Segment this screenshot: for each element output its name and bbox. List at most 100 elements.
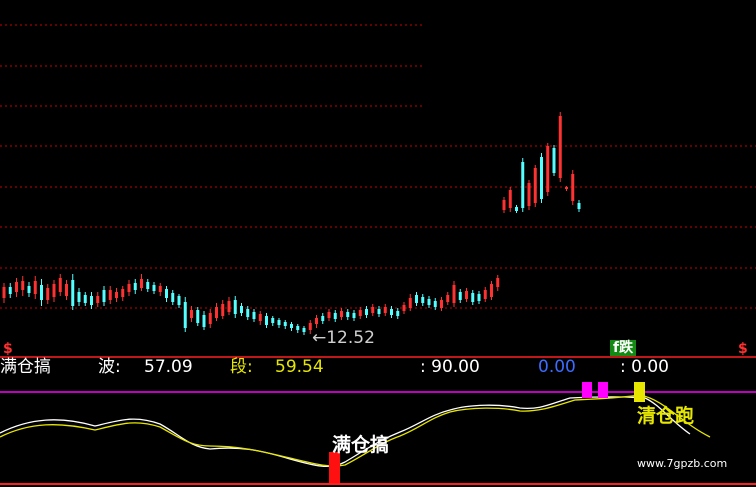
candle-body bbox=[108, 290, 112, 300]
candle-body bbox=[496, 278, 500, 287]
candle-body bbox=[321, 316, 325, 321]
candle-body bbox=[121, 289, 125, 297]
bo-label: 波: bbox=[98, 357, 121, 377]
candle-body bbox=[202, 315, 206, 327]
signal-badge: f跌 bbox=[610, 340, 637, 356]
candle-body bbox=[471, 293, 475, 302]
candle-body bbox=[571, 174, 575, 201]
candle-body bbox=[427, 299, 431, 305]
candle-body bbox=[352, 313, 356, 318]
candle-body bbox=[21, 281, 25, 290]
candle-body bbox=[415, 295, 418, 303]
candle-body bbox=[65, 284, 68, 296]
candle-body bbox=[58, 278, 62, 292]
left-dollar-marker: $ bbox=[3, 341, 13, 357]
magenta-signal-bar bbox=[582, 382, 592, 398]
indicator-name: 满仓搞 bbox=[0, 357, 51, 377]
min-price-label: ←12.52 bbox=[312, 328, 375, 348]
candle-body bbox=[240, 306, 243, 313]
candle-body bbox=[402, 305, 406, 311]
candle-body bbox=[46, 288, 50, 300]
candle-body bbox=[383, 307, 387, 313]
candle-body bbox=[440, 300, 443, 308]
candle-body bbox=[233, 300, 237, 314]
candle-body bbox=[515, 207, 518, 211]
candle-body bbox=[358, 310, 362, 316]
candle-body bbox=[333, 313, 337, 319]
candle-body bbox=[477, 294, 481, 301]
duan-value: 59.54 bbox=[275, 357, 324, 377]
candle-body bbox=[171, 293, 175, 302]
candle-body bbox=[433, 301, 437, 307]
candle-body bbox=[552, 148, 556, 173]
right-dollar-marker: $ bbox=[738, 341, 748, 357]
candle-body bbox=[458, 292, 462, 300]
candle-body bbox=[96, 296, 100, 303]
candle-body bbox=[408, 298, 412, 308]
candle-body bbox=[33, 281, 37, 294]
candle-body bbox=[533, 168, 537, 203]
candle-body bbox=[127, 284, 131, 292]
watermark: www.7gpzb.com bbox=[637, 457, 728, 470]
sell-signal-bar bbox=[634, 382, 645, 402]
candle-body bbox=[221, 304, 225, 316]
candle-body bbox=[527, 183, 531, 206]
candle-body bbox=[396, 311, 400, 316]
candle-body bbox=[71, 280, 75, 306]
candle-body bbox=[115, 292, 118, 298]
candle-body bbox=[208, 313, 212, 324]
candle-body bbox=[508, 190, 512, 208]
candle-body bbox=[27, 286, 31, 293]
candle-body bbox=[165, 289, 168, 298]
candle-body bbox=[271, 318, 275, 323]
candle-body bbox=[196, 310, 200, 323]
candle-body bbox=[277, 320, 281, 325]
candle-body bbox=[215, 307, 218, 318]
stock-chart-window: ←12.52 f跌 $ $ 满仓搞 波: 57.09 段: 59.54 : 90… bbox=[0, 0, 756, 487]
last-value: : 0.00 bbox=[620, 357, 669, 377]
candle-body bbox=[452, 285, 456, 303]
bo-value: 57.09 bbox=[144, 357, 193, 377]
candle-body bbox=[8, 287, 12, 294]
candle-body bbox=[490, 284, 493, 297]
buy-signal-label: 满仓搞 bbox=[332, 434, 390, 456]
candle-body bbox=[190, 310, 193, 318]
candle-body bbox=[183, 302, 187, 328]
candle-body bbox=[558, 116, 562, 178]
candle-body bbox=[158, 286, 162, 292]
candle-body bbox=[283, 322, 287, 326]
candle-body bbox=[315, 318, 318, 324]
candle-body bbox=[540, 157, 543, 199]
duan-label: 段: bbox=[230, 357, 253, 377]
candle-body bbox=[152, 285, 156, 291]
candle-body bbox=[371, 307, 375, 313]
candle-body bbox=[302, 328, 306, 332]
magenta-signal-bar bbox=[598, 382, 608, 398]
candle-body bbox=[546, 146, 550, 192]
candle-body bbox=[346, 312, 350, 317]
candle-body bbox=[483, 290, 487, 299]
candle-body bbox=[340, 311, 343, 317]
candle-body bbox=[577, 203, 581, 209]
candle-body bbox=[133, 283, 137, 290]
candle-body bbox=[327, 312, 331, 318]
candle-body bbox=[227, 301, 231, 312]
candle-body bbox=[390, 309, 393, 315]
candle-body bbox=[102, 290, 106, 302]
candle-body bbox=[365, 309, 368, 315]
candle-body bbox=[265, 316, 268, 325]
candle-body bbox=[146, 282, 150, 289]
sell-signal-label: 清仓跑 bbox=[637, 405, 695, 427]
candle-body bbox=[52, 284, 56, 297]
candle-body bbox=[377, 309, 381, 314]
candle-body bbox=[246, 309, 250, 317]
candle-body bbox=[565, 187, 568, 189]
blue-value: 0.00 bbox=[538, 357, 576, 377]
candle-body bbox=[502, 200, 506, 210]
candle-body bbox=[2, 287, 6, 298]
candle-body bbox=[421, 297, 425, 303]
candle-body bbox=[90, 296, 93, 305]
candle-body bbox=[446, 295, 450, 302]
candle-body bbox=[77, 292, 81, 302]
candle-body bbox=[15, 282, 18, 292]
